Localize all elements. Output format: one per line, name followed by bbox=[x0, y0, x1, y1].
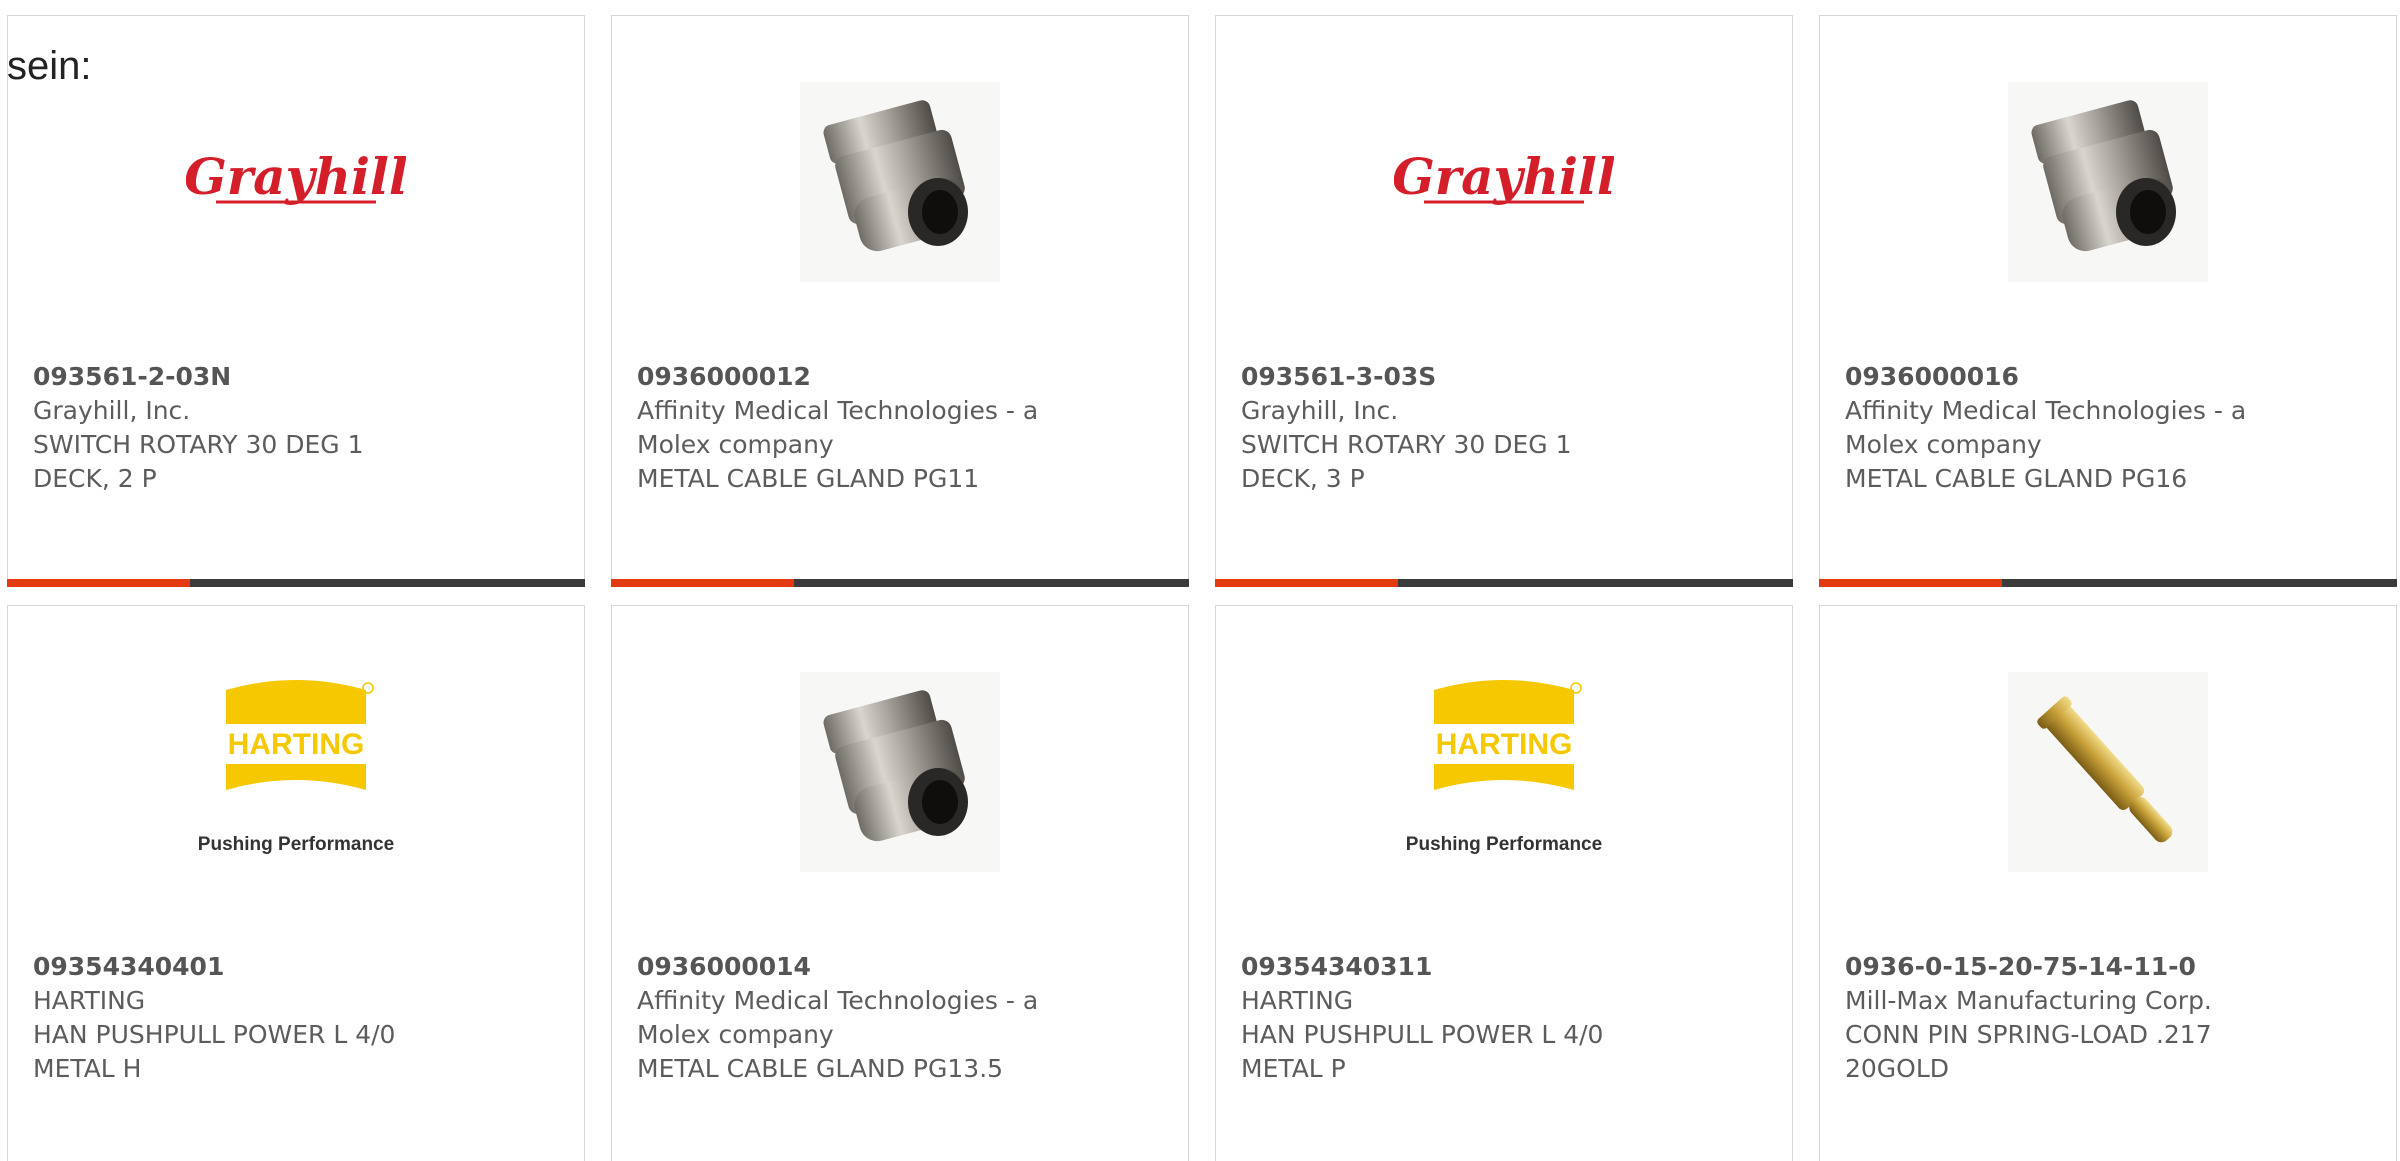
manufacturer: Affinity Medical Technologies - a bbox=[637, 396, 1039, 425]
description-line: HAN PUSHPULL POWER L 4/0 bbox=[1241, 1020, 1604, 1049]
part-number[interactable]: 0936-0-15-20-75-14-11-0 bbox=[1845, 950, 2285, 984]
product-image bbox=[1820, 668, 2396, 876]
svg-text:HARTING: HARTING bbox=[1436, 728, 1573, 761]
product-info: 09354340401 HARTING HAN PUSHPULL POWER L… bbox=[33, 950, 473, 1086]
description-line: 20GOLD bbox=[1845, 1054, 1950, 1083]
product-card[interactable]: 0936000016 Affinity Medical Technologies… bbox=[1819, 15, 2397, 587]
manufacturer: HARTING bbox=[1241, 986, 1354, 1015]
svg-text:Grayhill: Grayhill bbox=[186, 147, 406, 206]
description-line: METAL CABLE GLAND PG11 bbox=[637, 464, 980, 493]
part-number[interactable]: 0936000016 bbox=[1845, 360, 2285, 394]
card-footer-bar bbox=[1819, 579, 2397, 587]
part-number[interactable]: 0936000012 bbox=[637, 360, 1077, 394]
part-number[interactable]: 09354340311 bbox=[1241, 950, 1681, 984]
product-image bbox=[1820, 78, 2396, 286]
part-number[interactable]: 09354340401 bbox=[33, 950, 473, 984]
manufacturer: Affinity Medical Technologies - a bbox=[1845, 396, 2247, 425]
card-footer-accent bbox=[611, 579, 794, 587]
product-card[interactable]: 0936000012 Affinity Medical Technologies… bbox=[611, 15, 1189, 587]
description-line: METAL H bbox=[33, 1054, 142, 1083]
product-info: 0936-0-15-20-75-14-11-0 Mill-Max Manufac… bbox=[1845, 950, 2285, 1086]
part-number[interactable]: 093561-3-03S bbox=[1241, 360, 1681, 394]
product-card[interactable]: 0936000014 Affinity Medical Technologies… bbox=[611, 605, 1189, 1161]
spring-pin-icon bbox=[2008, 672, 2208, 872]
svg-text:Grayhill: Grayhill bbox=[1394, 147, 1614, 206]
card-footer-accent bbox=[7, 579, 190, 587]
product-image: HARTING Pushing Performance bbox=[1216, 668, 1792, 876]
product-card[interactable]: Grayhill 093561-2-03N Grayhill, Inc. SWI… bbox=[7, 15, 585, 587]
product-image: HARTING Pushing Performance bbox=[8, 668, 584, 876]
card-footer-bar bbox=[1215, 579, 1793, 587]
manufacturer: Affinity Medical Technologies - a bbox=[637, 986, 1039, 1015]
product-info: 0936000016 Affinity Medical Technologies… bbox=[1845, 360, 2285, 496]
product-image bbox=[612, 78, 1188, 286]
product-card[interactable]: HARTING Pushing Performance 09354340401 … bbox=[7, 605, 585, 1161]
description-line: Molex company bbox=[637, 430, 834, 459]
svg-text:HARTING: HARTING bbox=[228, 728, 365, 761]
description-line: METAL CABLE GLAND PG13.5 bbox=[637, 1054, 1004, 1083]
description-line: CONN PIN SPRING-LOAD .217 bbox=[1845, 1020, 2212, 1049]
cable-gland-icon bbox=[800, 672, 1000, 872]
description-line: METAL P bbox=[1241, 1054, 1346, 1083]
description-line: DECK, 3 P bbox=[1241, 464, 1365, 493]
description-line: HAN PUSHPULL POWER L 4/0 bbox=[33, 1020, 396, 1049]
product-card[interactable]: HARTING Pushing Performance 09354340311 … bbox=[1215, 605, 1793, 1161]
description-line: SWITCH ROTARY 30 DEG 1 bbox=[33, 430, 364, 459]
harting-logo: HARTING Pushing Performance bbox=[198, 680, 394, 855]
product-card[interactable]: Grayhill 093561-3-03S Grayhill, Inc. SWI… bbox=[1215, 15, 1793, 587]
svg-text:Pushing Performance: Pushing Performance bbox=[198, 834, 394, 855]
product-grid-page: sein: Grayhill 093561-2-03N Grayhill, In… bbox=[0, 0, 2400, 1161]
product-info: 0936000014 Affinity Medical Technologies… bbox=[637, 950, 1077, 1086]
harting-logo: HARTING Pushing Performance bbox=[1406, 680, 1602, 855]
product-image: Grayhill bbox=[8, 78, 584, 286]
card-footer-bar bbox=[611, 579, 1189, 587]
card-footer-accent bbox=[1215, 579, 1398, 587]
product-card[interactable]: 0936-0-15-20-75-14-11-0 Mill-Max Manufac… bbox=[1819, 605, 2397, 1161]
svg-text:Pushing Performance: Pushing Performance bbox=[1406, 834, 1602, 855]
description-line: Molex company bbox=[637, 1020, 834, 1049]
description-line: Molex company bbox=[1845, 430, 2042, 459]
product-image: Grayhill bbox=[1216, 78, 1792, 286]
product-info: 093561-3-03S Grayhill, Inc. SWITCH ROTAR… bbox=[1241, 360, 1681, 496]
grayhill-logo: Grayhill bbox=[1394, 147, 1614, 206]
cable-gland-icon bbox=[2008, 82, 2208, 282]
cable-gland-icon bbox=[800, 82, 1000, 282]
product-image bbox=[612, 668, 1188, 876]
product-info: 09354340311 HARTING HAN PUSHPULL POWER L… bbox=[1241, 950, 1681, 1086]
part-number[interactable]: 0936000014 bbox=[637, 950, 1077, 984]
manufacturer: HARTING bbox=[33, 986, 146, 1015]
manufacturer: Grayhill, Inc. bbox=[1241, 396, 1399, 425]
product-info: 093561-2-03N Grayhill, Inc. SWITCH ROTAR… bbox=[33, 360, 473, 496]
card-footer-bar bbox=[7, 579, 585, 587]
product-info: 0936000012 Affinity Medical Technologies… bbox=[637, 360, 1077, 496]
manufacturer: Grayhill, Inc. bbox=[33, 396, 191, 425]
manufacturer: Mill-Max Manufacturing Corp. bbox=[1845, 986, 2212, 1015]
description-line: SWITCH ROTARY 30 DEG 1 bbox=[1241, 430, 1572, 459]
description-line: METAL CABLE GLAND PG16 bbox=[1845, 464, 2188, 493]
description-line: DECK, 2 P bbox=[33, 464, 157, 493]
truncated-heading-text: sein: bbox=[7, 44, 92, 88]
grayhill-logo: Grayhill bbox=[186, 147, 406, 206]
part-number[interactable]: 093561-2-03N bbox=[33, 360, 473, 394]
card-footer-accent bbox=[1819, 579, 2002, 587]
